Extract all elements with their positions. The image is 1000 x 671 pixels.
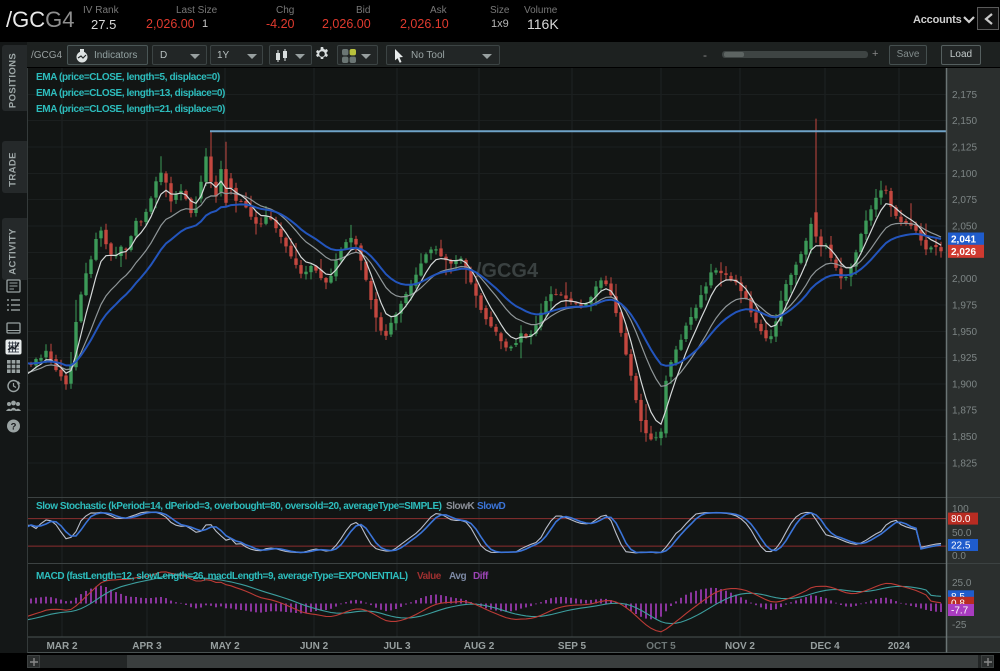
- svg-text:2,000: 2,000: [952, 274, 977, 285]
- svg-text:AUG 2: AUG 2: [464, 641, 495, 652]
- svg-text:1,925: 1,925: [952, 353, 977, 364]
- svg-text:Slow Stochastic (kPeriod=14, d: Slow Stochastic (kPeriod=14, dPeriod=3, …: [36, 501, 442, 512]
- svg-text:MACD (fastLength=12, slowLengt: MACD (fastLength=12, slowLength=26, macd…: [36, 571, 408, 582]
- svg-text:1,875: 1,875: [952, 406, 977, 417]
- svg-text:Diff: Diff: [473, 571, 489, 582]
- svg-text:1,950: 1,950: [952, 327, 977, 338]
- svg-text:2,075: 2,075: [952, 195, 977, 206]
- svg-text:50.0: 50.0: [952, 528, 972, 539]
- svg-text:JUN 2: JUN 2: [300, 641, 329, 652]
- svg-text:-25: -25: [952, 620, 967, 631]
- svg-text:Value: Value: [417, 571, 442, 582]
- svg-text:1,850: 1,850: [952, 432, 977, 443]
- svg-text:1,900: 1,900: [952, 379, 977, 390]
- svg-text:NOV 2: NOV 2: [725, 641, 755, 652]
- svg-text:SlowD: SlowD: [477, 501, 506, 512]
- svg-text:EMA (price=CLOSE, length=13, d: EMA (price=CLOSE, length=13, displace=0): [36, 88, 225, 99]
- svg-text:2,175: 2,175: [952, 90, 977, 101]
- svg-text:EMA (price=CLOSE, length=21, d: EMA (price=CLOSE, length=21, displace=0): [36, 104, 225, 115]
- svg-text:EMA (price=CLOSE, length=5, di: EMA (price=CLOSE, length=5, displace=0): [36, 72, 220, 83]
- svg-text:2,100: 2,100: [952, 169, 977, 180]
- svg-text:2,026: 2,026: [951, 247, 976, 258]
- svg-text:25.0: 25.0: [952, 578, 972, 589]
- svg-text:22.5: 22.5: [951, 541, 971, 552]
- svg-text:2,125: 2,125: [952, 143, 977, 154]
- svg-text:SEP 5: SEP 5: [558, 641, 587, 652]
- svg-text:2,041: 2,041: [951, 235, 976, 246]
- svg-text:80.0: 80.0: [951, 514, 971, 525]
- svg-text:Avg: Avg: [449, 571, 467, 582]
- svg-text:2024: 2024: [888, 641, 911, 652]
- svg-text:0.0: 0.0: [952, 551, 966, 562]
- svg-text:MAR 2: MAR 2: [46, 641, 78, 652]
- svg-text:1,825: 1,825: [952, 458, 977, 469]
- svg-text:OCT 5: OCT 5: [646, 641, 676, 652]
- svg-text:2,050: 2,050: [952, 222, 977, 233]
- svg-text:2,150: 2,150: [952, 116, 977, 127]
- svg-text:MAY 2: MAY 2: [210, 641, 240, 652]
- svg-text:SlowK: SlowK: [446, 501, 476, 512]
- svg-text:DEC 4: DEC 4: [810, 641, 840, 652]
- svg-text:APR 3: APR 3: [132, 641, 162, 652]
- svg-text:JUL 3: JUL 3: [383, 641, 410, 652]
- svg-text:-7.7: -7.7: [951, 606, 969, 617]
- svg-text:1,975: 1,975: [952, 301, 977, 312]
